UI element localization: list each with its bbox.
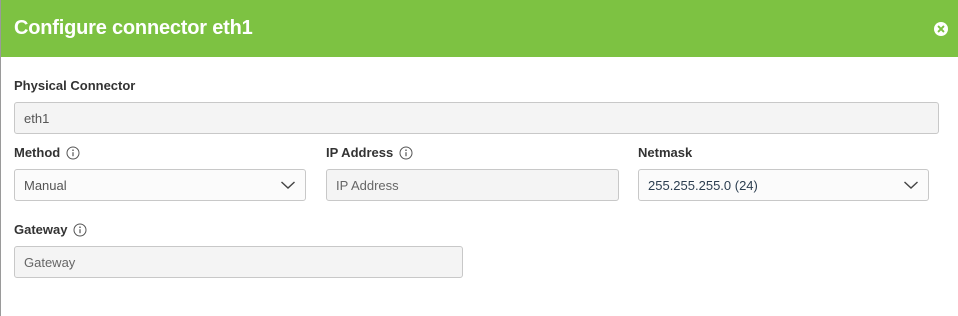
ip-address-input[interactable]: IP Address (326, 169, 619, 201)
physical-connector-label: Physical Connector (14, 78, 135, 93)
close-button[interactable] (934, 22, 948, 36)
info-icon[interactable] (399, 146, 413, 160)
configure-connector-dialog: Configure connector eth1 Physical Connec… (0, 0, 958, 316)
ip-address-label: IP Address (326, 145, 413, 160)
info-icon[interactable] (73, 223, 87, 237)
netmask-selected-value: 255.255.255.0 (24) (648, 177, 758, 193)
physical-connector-value: eth1 (24, 110, 50, 126)
dialog-title: Configure connector eth1 (14, 17, 253, 39)
method-select[interactable]: Manual (14, 169, 306, 201)
netmask-label: Netmask (638, 145, 692, 160)
netmask-label-text: Netmask (638, 145, 693, 160)
close-icon (937, 25, 945, 33)
gateway-label: Gateway (14, 222, 87, 237)
ip-address-placeholder: IP Address (336, 177, 399, 193)
netmask-select[interactable]: 255.255.255.0 (24) (638, 169, 929, 201)
physical-connector-label-text: Physical Connector (14, 78, 136, 93)
chevron-down-icon (904, 181, 918, 189)
ip-address-label-text: IP Address (326, 145, 394, 160)
gateway-label-text: Gateway (14, 222, 68, 237)
chevron-down-icon (281, 181, 295, 189)
gateway-input[interactable]: Gateway (14, 246, 463, 278)
gateway-placeholder: Gateway (24, 254, 76, 270)
method-label-text: Method (14, 145, 61, 160)
method-selected-value: Manual (24, 177, 67, 193)
physical-connector-field: eth1 (14, 102, 939, 134)
info-icon[interactable] (66, 146, 80, 160)
method-label: Method (14, 145, 80, 160)
dialog-header: Configure connector eth1 (1, 0, 958, 57)
